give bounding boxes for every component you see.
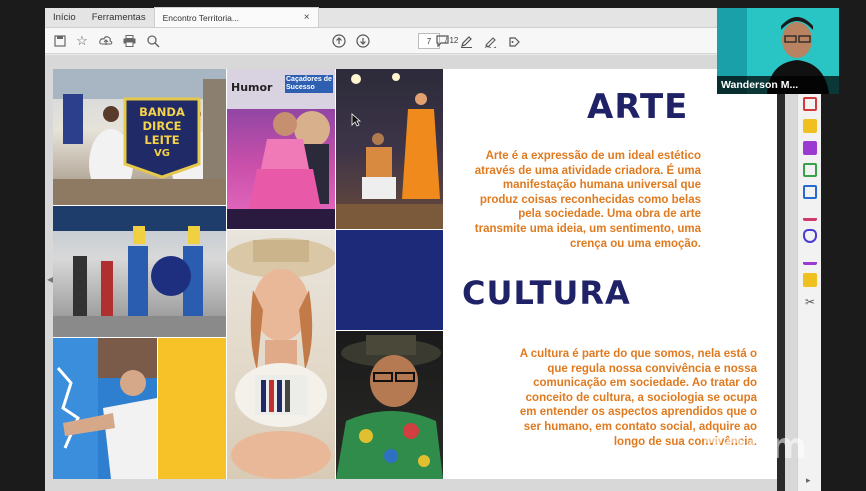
combine-files-icon[interactable] (803, 141, 817, 155)
document-viewer[interactable]: ◀ BANDA DIRCE LEITE VG Humor Caçadores d… (45, 55, 797, 491)
screen: Início Ferramentas Encontro Territoria..… (0, 0, 866, 491)
tab-tools-label: Ferramentas (91, 11, 146, 23)
fill-sign-icon[interactable] (803, 251, 817, 265)
more-tools-icon[interactable]: ✂ (803, 295, 817, 309)
protect-shield-icon[interactable] (803, 229, 817, 243)
participant-video[interactable]: Wanderson M... (717, 8, 839, 94)
send-review-icon[interactable] (803, 273, 817, 287)
tab-tools[interactable]: Ferramentas (84, 7, 154, 27)
banner-line-2: DIRCE (142, 119, 182, 133)
pdf-reader-window: Início Ferramentas Encontro Territoria..… (45, 7, 821, 491)
tab-document-label: Encontro Territoria... (162, 12, 239, 23)
banner-line-1: BANDA (139, 105, 185, 119)
page-up-icon[interactable] (330, 32, 348, 50)
banner-line-4: VG (154, 148, 170, 159)
comment-icon[interactable] (433, 32, 451, 50)
yellow-block (158, 338, 226, 479)
heading-cultura: CULTURA (462, 274, 631, 312)
zoom-search-icon[interactable] (144, 32, 162, 50)
create-pdf-icon[interactable] (803, 97, 817, 111)
upload-cloud-icon[interactable] (97, 32, 115, 50)
toolbar: ☆ 7 / 12 (45, 28, 821, 54)
photo-painter-woman (53, 338, 157, 479)
share-icon[interactable] (505, 32, 523, 50)
paragraph-arte: Arte é a expressão de um ideal estético … (474, 150, 701, 250)
organize-pages-icon[interactable] (803, 163, 817, 177)
participant-name: Wanderson M... (717, 76, 839, 94)
outer-scrollbar[interactable] (777, 46, 785, 491)
page-down-icon[interactable] (354, 32, 372, 50)
highlight-pen-icon[interactable] (457, 32, 475, 50)
banner-text: BANDA DIRCE LEITE VG (127, 105, 197, 161)
compress-icon[interactable] (803, 185, 817, 199)
tab-home-label: Início (53, 11, 76, 23)
expand-sidebar-icon[interactable]: ▸ (806, 475, 811, 486)
photo-street-band (53, 206, 226, 337)
poster-subtitle: Caçadores de Sucesso (285, 75, 333, 93)
photo-band-banner: BANDA DIRCE LEITE VG (53, 69, 226, 205)
photo-woman-hat (227, 230, 335, 479)
tab-document[interactable]: Encontro Territoria... × (153, 7, 319, 27)
slide-page: BANDA DIRCE LEITE VG Humor Caçadores de … (53, 69, 783, 479)
navy-block (336, 230, 443, 330)
poster-title: Humor (231, 81, 273, 94)
bookmark-star-icon[interactable]: ☆ (73, 32, 91, 50)
sign-icon[interactable] (481, 32, 499, 50)
banner-line-3: LEITE (144, 133, 180, 147)
save-icon[interactable] (51, 32, 69, 50)
photo-old-man-hat (336, 331, 443, 479)
edit-pen-icon[interactable] (803, 207, 817, 221)
tab-home[interactable]: Início (45, 7, 84, 27)
close-icon[interactable]: × (304, 12, 310, 23)
mouse-cursor-icon (351, 113, 361, 127)
zoom-watermark: zoom (702, 426, 807, 467)
photo-stage-performers (336, 69, 443, 229)
current-page: 7 (426, 36, 432, 46)
heading-arte: ARTE (587, 87, 689, 127)
tab-bar: Início Ferramentas Encontro Territoria..… (45, 7, 821, 28)
print-icon[interactable] (120, 32, 138, 50)
comment-tool-icon[interactable] (803, 119, 817, 133)
photo-humor-poster: Humor Caçadores de Sucesso (227, 69, 335, 229)
